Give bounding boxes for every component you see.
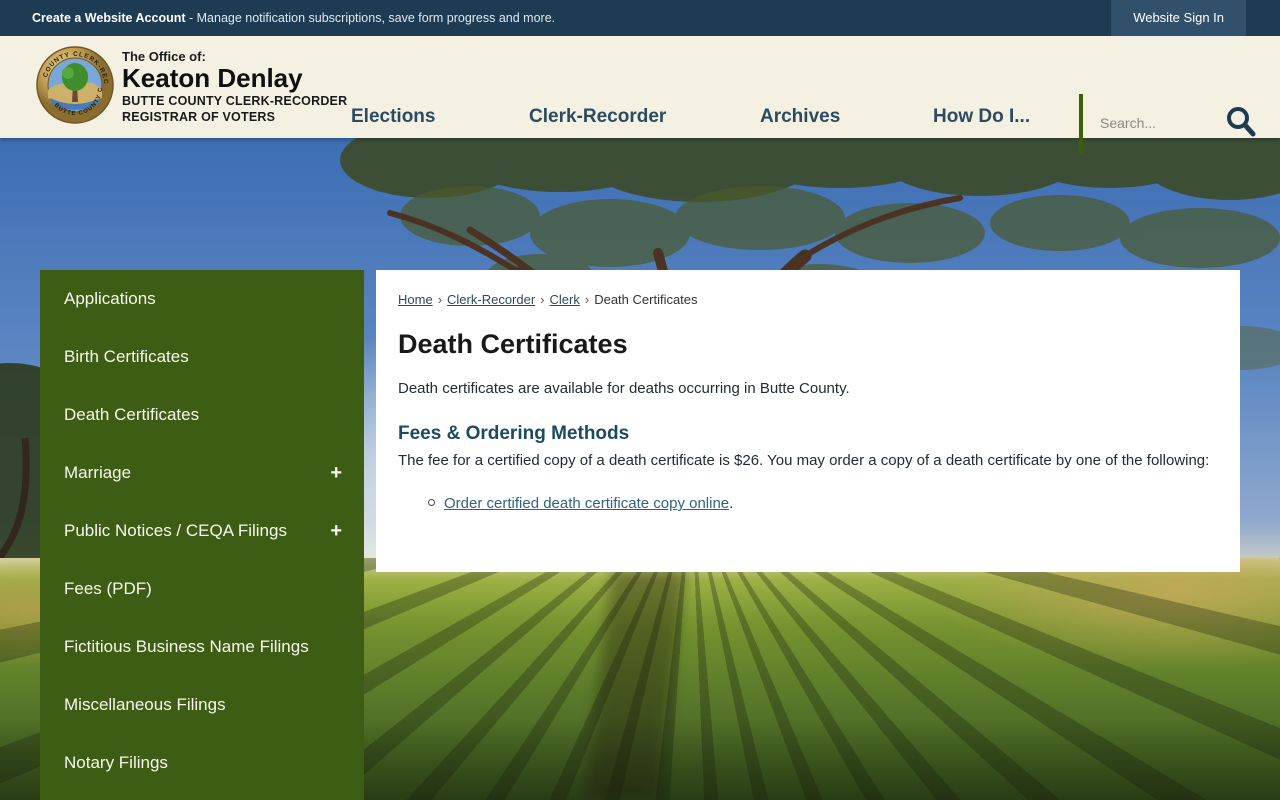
sidebar-item-label: Miscellaneous Filings [64,695,226,714]
officer-name: Keaton Denlay [122,63,303,93]
sidebar-item-label: Death Certificates [64,405,200,424]
sidebar-item-label: Marriage [64,463,132,482]
content-panel: Home › Clerk-Recorder › Clerk › Death Certific… [376,270,1240,572]
office-title-block: The Office of: Keaton Denlay BUTTE COUNT… [122,49,347,124]
breadcrumb-separator: › [584,292,590,307]
sidebar-item-label: Fees (PDF) [64,579,152,598]
breadcrumb-clerk-recorder[interactable]: Clerk-Recorder [447,292,535,307]
sidebar-item-fees-pdf[interactable]: Fees (PDF) [40,560,364,618]
sidebar-item-label: Public Notices / CEQA Filings [64,521,287,540]
nav-elections[interactable]: Elections [351,106,435,128]
sidebar-item-miscellaneous-filings[interactable]: Miscellaneous Filings [40,676,364,734]
sidebar-item-label: Fictitious Business Name Filings [64,637,309,656]
office-line1: BUTTE COUNTY CLERK-RECORDER [122,94,348,109]
county-seal-logo[interactable]: COUNTY CLERK-RECORDER BUTTE COUNTY CA [36,46,114,124]
search-divider [1079,94,1083,154]
office-pretitle: The Office of: [122,49,206,64]
create-account-rest: - Manage notification subscriptions, sav… [185,11,556,25]
site-header: COUNTY CLERK-RECORDER BUTTE COUNTY CA Th… [0,36,1280,154]
breadcrumb-separator: › [437,292,443,307]
sidebar-item-fictitious-business[interactable]: Fictitious Business Name Filings [40,618,364,676]
sidebar-item-label: Birth Certificates [64,347,189,366]
breadcrumb-separator: › [540,292,545,307]
sidebar-item-applications[interactable]: Applications [40,270,364,328]
nav-how-do-i[interactable]: How Do I... [933,106,1030,128]
sidebar-item-public-notices[interactable]: Public Notices / CEQA Filings + [40,502,364,560]
create-account-link[interactable]: Create a Website Account - Manage notifi… [32,0,555,36]
intro-paragraph: Death certificates are available for dea… [398,380,850,397]
utility-bar: Create a Website Account - Manage notifi… [0,0,1280,36]
section-menu: Applications Birth Certificates Death Ce… [40,270,364,800]
bullet-icon [428,499,435,506]
office-line2: REGISTRAR OF VOTERS [122,110,276,125]
list-item: Order certified death certificate copy o… [428,495,1216,512]
create-account-bold: Create a Website Account [32,11,186,25]
breadcrumb-current: Death Certificates [594,292,698,307]
breadcrumb: Home › Clerk-Recorder › Clerk › Death Certific… [398,292,1216,307]
search-input[interactable] [1100,108,1210,138]
sidebar-item-notary-filings[interactable]: Notary Filings [40,734,364,792]
ordering-options-list: Order certified death certificate copy o… [398,495,1216,512]
nav-archives[interactable]: Archives [760,106,840,128]
fees-paragraph: The fee for a certified copy of a death … [398,452,1210,469]
link-suffix: . [729,495,734,512]
expand-plus-icon[interactable]: + [330,520,342,543]
order-certificate-link[interactable]: Order certified death certificate copy o… [444,495,729,512]
page-title: Death Certificates [398,329,628,359]
sidebar-item-label: Applications [64,289,156,308]
sidebar-item-birth-certificates[interactable]: Birth Certificates [40,328,364,386]
sidebar-item-label: Notary Filings [64,753,168,772]
breadcrumb-home[interactable]: Home [398,292,433,307]
search-button[interactable] [1222,104,1260,142]
breadcrumb-clerk[interactable]: Clerk [550,292,580,307]
search-icon [1227,106,1256,136]
nav-clerk-recorder[interactable]: Clerk-Recorder [529,106,666,128]
sidebar-item-death-certificates[interactable]: Death Certificates [40,386,364,444]
sidebar-item-marriage[interactable]: Marriage + [40,444,364,502]
expand-plus-icon[interactable]: + [330,462,342,485]
website-sign-in-button[interactable]: Website Sign In [1111,0,1246,36]
fees-ordering-heading: Fees & Ordering Methods [398,423,630,444]
